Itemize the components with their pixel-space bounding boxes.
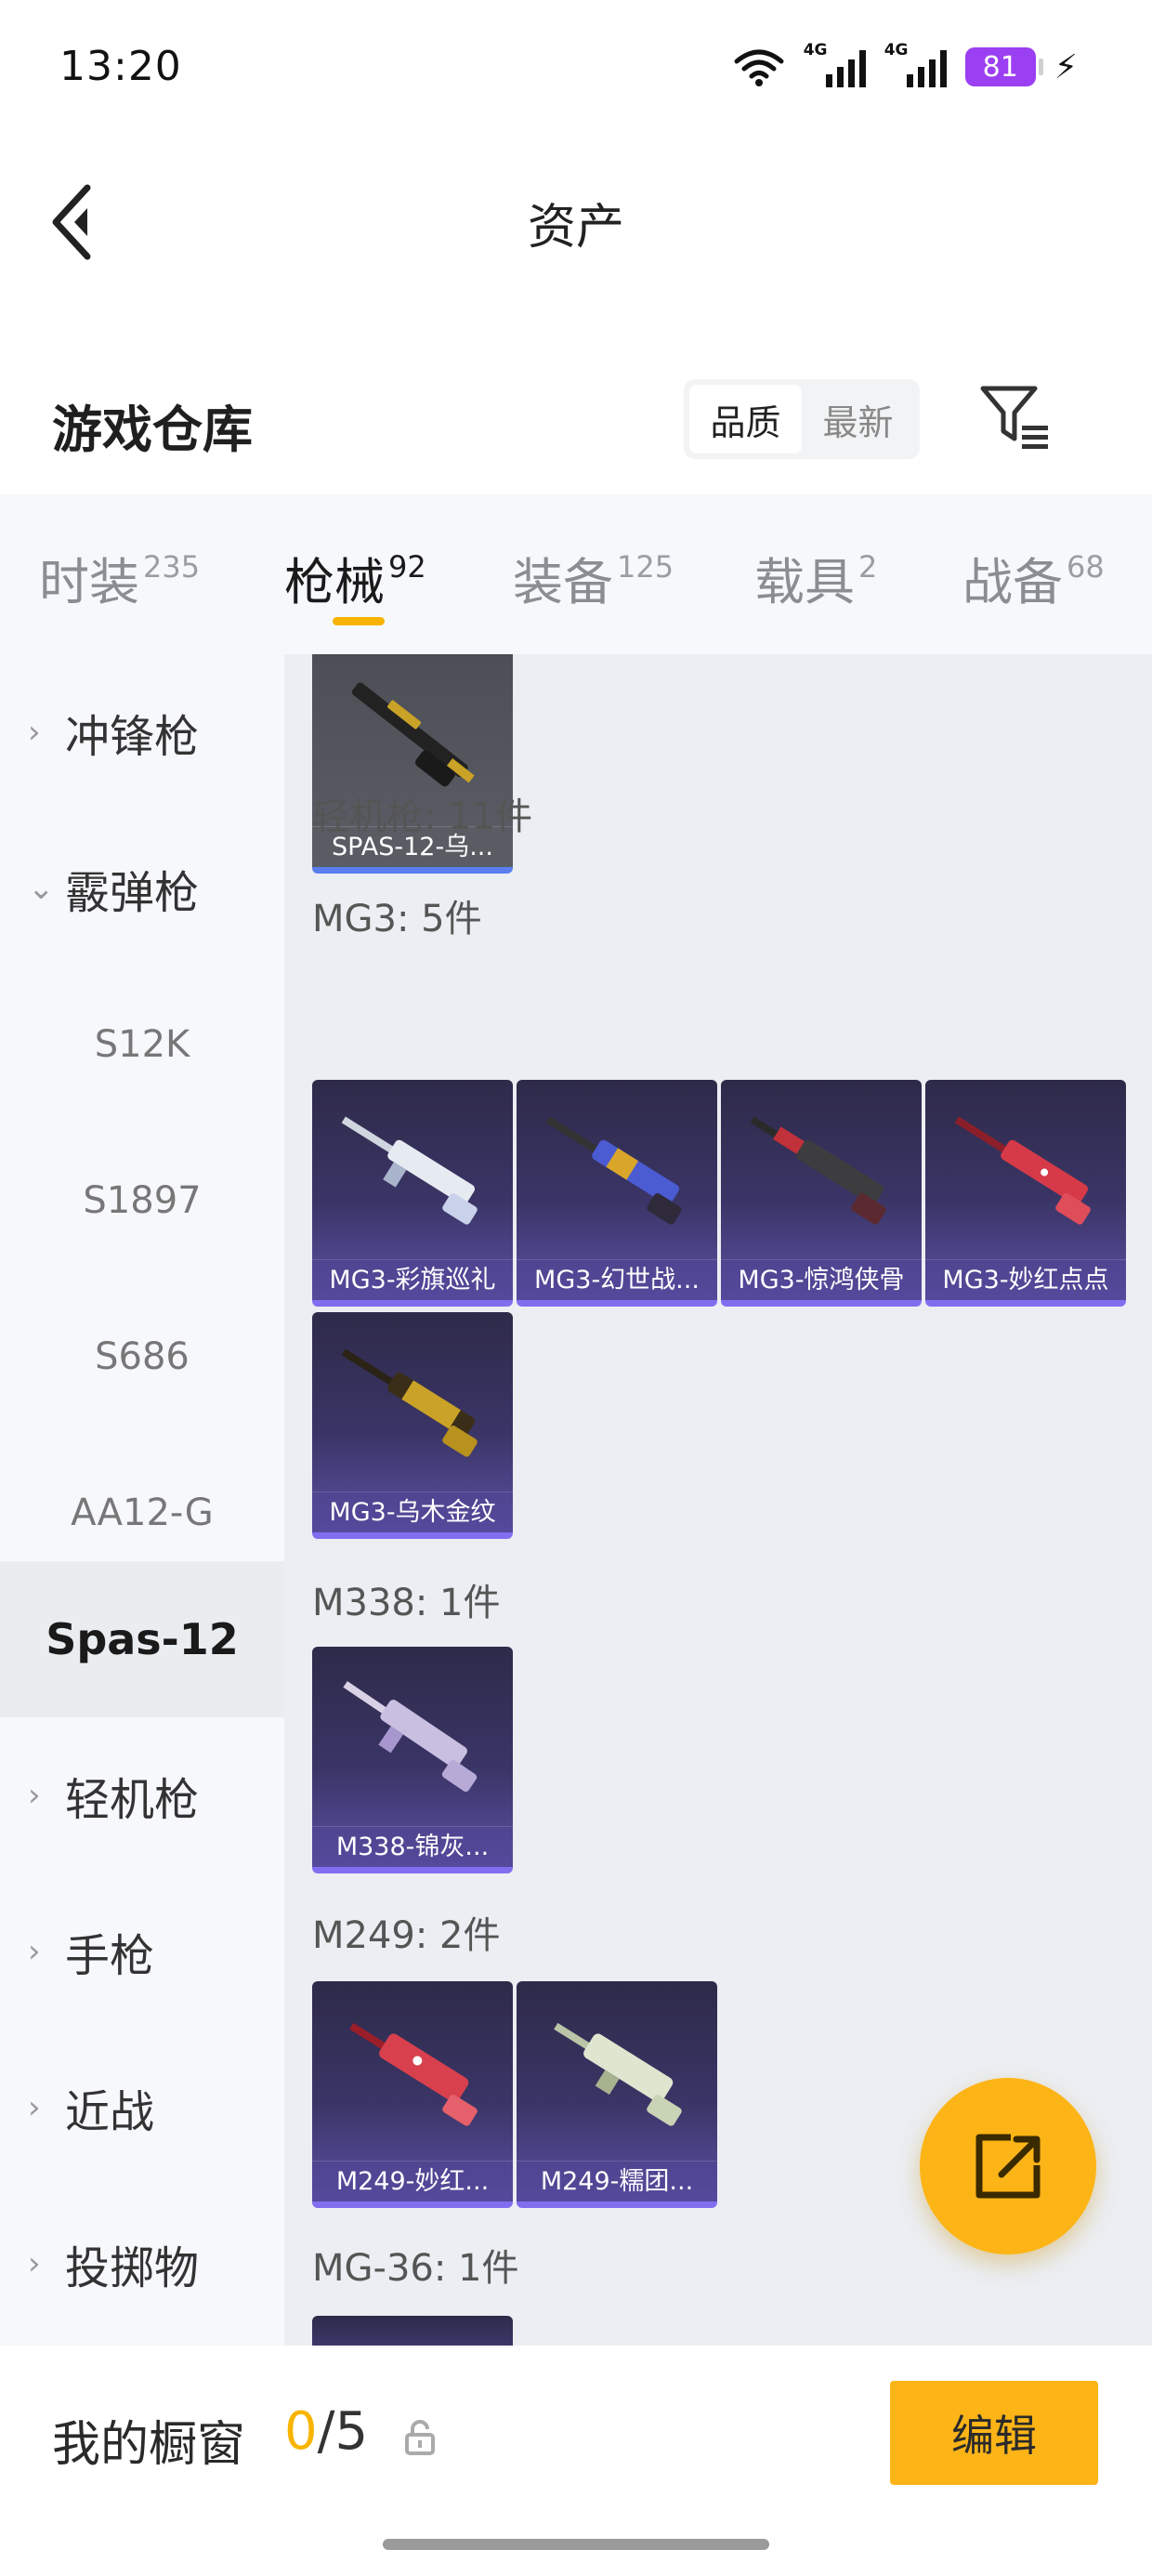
tab-fashion[interactable]: 时装 235 — [39, 541, 200, 614]
item-card-mg3-1[interactable]: MG3-彩旗巡礼 — [312, 1080, 513, 1307]
item-card-mg3-3[interactable]: MG3-惊鸿侠骨 — [721, 1080, 922, 1307]
item-card-mg3-5[interactable]: MG3-乌木金纹 — [312, 1312, 513, 1539]
nav-item-lmg[interactable]: › 轻机枪 — [0, 1717, 284, 1873]
warehouse-title: 游戏仓库 — [52, 401, 253, 459]
nav-sub-s686[interactable]: S686 — [0, 1279, 284, 1435]
share-button[interactable] — [920, 2078, 1096, 2254]
group-total-lmg: 轻机枪: 11件 — [312, 795, 533, 838]
nav-item-shotgun[interactable]: ⌄ 霰弹枪 — [0, 810, 284, 966]
item-card-spas12[interactable]: SPAS-12-乌... — [312, 654, 513, 874]
item-card-m249-2[interactable]: M249-糯团... — [517, 1981, 717, 2208]
edit-button[interactable]: 编辑 — [890, 2381, 1098, 2485]
status-bar: 13:20 4G 4G 81 ⚡ — [0, 0, 1152, 139]
showcase-label: 我的橱窗 — [52, 2417, 246, 2473]
machine-gun-image — [750, 1116, 886, 1225]
chevron-right-icon: › — [28, 1777, 41, 1814]
nav-item-throwable[interactable]: › 投掷物 — [0, 2186, 284, 2342]
nav-sub-s1897[interactable]: S1897 — [0, 1123, 284, 1279]
status-icons: 4G 4G 81 ⚡ — [733, 41, 1078, 93]
showcase-count: 0/5 — [284, 2401, 369, 2462]
chevron-right-icon: › — [28, 1933, 41, 1970]
charging-icon: ⚡ — [1054, 47, 1078, 86]
signal-icon: 4G — [804, 41, 866, 87]
battery-icon: 81 — [964, 47, 1043, 86]
weapon-category-nav: › 冲锋枪 ⌄ 霰弹枪 S12K S1897 S686 AA12-G Spas-12… — [0, 654, 284, 2346]
chevron-right-icon: › — [28, 2089, 41, 2126]
group-label-mg36: MG-36: 1件 — [312, 2247, 519, 2290]
machine-gun-image — [545, 1116, 682, 1225]
item-card-mg3-4[interactable]: MG3-妙红点点 — [925, 1080, 1126, 1307]
chevron-right-icon: › — [28, 714, 41, 751]
nav-item-pistol[interactable]: › 手枪 — [0, 1873, 284, 2030]
status-time: 13:20 — [59, 43, 182, 90]
machine-gun-image — [341, 1348, 478, 1457]
item-card-m249-1[interactable]: M249-妙红... — [312, 1981, 513, 2208]
chevron-right-icon: › — [28, 2245, 41, 2282]
sort-toggle: 品质 最新 — [684, 379, 920, 459]
sort-option-quality[interactable]: 品质 — [689, 385, 802, 453]
filter-icon[interactable] — [979, 385, 1054, 450]
group-label-m338: M338: 1件 — [312, 1582, 501, 1624]
nav-sub-spas12[interactable]: Spas-12 — [0, 1561, 284, 1717]
machine-gun-image — [341, 1116, 478, 1225]
machine-gun-image — [954, 1116, 1091, 1225]
active-tab-indicator — [333, 617, 385, 625]
chevron-down-icon: ⌄ — [28, 870, 55, 907]
nav-item-smg[interactable]: › 冲锋枪 — [0, 654, 284, 810]
home-indicator — [383, 2539, 769, 2550]
tab-supplies[interactable]: 战备 68 — [962, 541, 1105, 614]
showcase-bar: 我的橱窗 0/5 编辑 — [0, 2346, 1152, 2576]
lock-icon — [405, 2420, 435, 2455]
nav-item-melee[interactable]: › 近战 — [0, 2030, 284, 2186]
item-card-mg3-2[interactable]: MG3-幻世战... — [517, 1080, 717, 1307]
category-tabs: 时装 235 枪械 92 装备 125 载具 2 战备 68 — [0, 494, 1152, 654]
page-header: 资产 — [0, 139, 1152, 307]
signal-icon: 4G — [884, 41, 947, 87]
machine-gun-image — [343, 1681, 478, 1793]
share-icon — [975, 2134, 1041, 2199]
tab-firearms[interactable]: 枪械 92 — [284, 541, 426, 614]
group-label-mg3: MG3: 5件 — [312, 898, 482, 940]
wifi-icon — [734, 49, 784, 86]
machine-gun-image — [349, 2022, 478, 2126]
group-label-m249: M249: 2件 — [312, 1914, 501, 1957]
machine-gun-image — [554, 2022, 682, 2126]
item-card-m338[interactable]: M338-锦灰... — [312, 1647, 513, 1873]
item-card-mg36[interactable] — [312, 2316, 513, 2346]
page-title: 资产 — [527, 200, 624, 256]
nav-sub-s12k[interactable]: S12K — [0, 966, 284, 1123]
sort-option-latest[interactable]: 最新 — [802, 385, 914, 453]
tab-equipment[interactable]: 装备 125 — [513, 541, 674, 614]
tab-vehicles[interactable]: 载具 2 — [754, 541, 877, 614]
